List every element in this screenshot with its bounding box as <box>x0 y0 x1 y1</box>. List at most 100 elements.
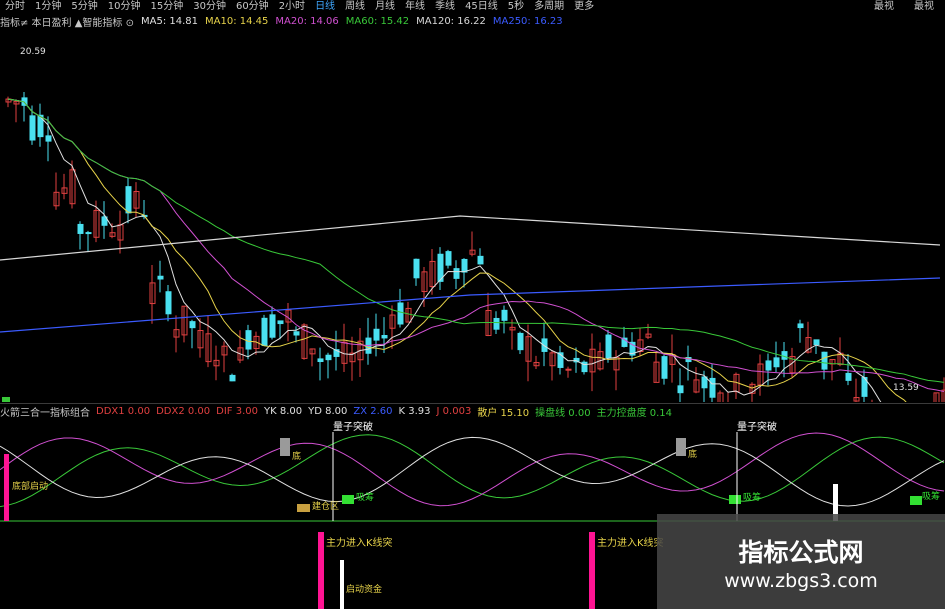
expand-icon[interactable] <box>2 397 10 402</box>
period-tab[interactable]: 1分钟 <box>30 0 66 13</box>
indicator-value: 操盘线 0.00 <box>535 408 591 419</box>
main-label-1: 主力进入K线突 <box>326 536 393 549</box>
period-tab[interactable]: 60分钟 <box>231 0 274 13</box>
period-tab[interactable]: 多周期 <box>529 0 569 13</box>
main-bar-2 <box>589 532 595 609</box>
start-bar <box>4 454 9 521</box>
indicator-value: J 0.003 <box>436 406 472 417</box>
candle <box>813 339 820 346</box>
candle <box>45 135 52 142</box>
ma-line <box>7 98 907 402</box>
indicator-prefix[interactable]: 指标≠ 本日盈利 ▲智能指标 ⊙ <box>0 14 134 29</box>
oscillator-line <box>0 436 945 507</box>
period-tab[interactable]: 5秒 <box>503 0 529 13</box>
candle <box>269 314 276 338</box>
period-tab[interactable]: 45日线 <box>460 0 503 13</box>
watermark-title: 指标公式网 <box>738 538 864 567</box>
low-label-1: 底 <box>292 450 301 462</box>
indicator-value: YD 8.00 <box>308 406 348 417</box>
toolbar-right-button[interactable]: 最视 <box>869 0 899 13</box>
fund-bar <box>340 560 344 609</box>
rocket-label-1: 量子突破 <box>333 420 373 433</box>
period-tab[interactable]: 15分钟 <box>145 0 188 13</box>
candle <box>845 372 852 381</box>
indicator-value: K 3.93 <box>398 406 431 417</box>
oscillator-line <box>0 432 945 507</box>
candle <box>493 317 500 330</box>
indicator-name[interactable]: 火箭三合一指标组合 <box>0 404 90 419</box>
period-toolbar: 分时 1分钟 5分钟 10分钟 15分钟 30分钟 60分钟 2小时 日线 周线 月线 年线 季线 45日… <box>0 0 945 13</box>
candle <box>605 334 612 359</box>
candle <box>293 331 300 336</box>
period-tab[interactable]: 更多 <box>569 0 599 13</box>
buy-label-1: 建仓区 <box>312 500 339 512</box>
candle <box>461 258 468 273</box>
candle <box>701 376 708 389</box>
indicator-lines <box>0 432 945 508</box>
ma-value: MA60: 15.42 <box>345 16 410 27</box>
fund-label: 启动资金 <box>346 583 382 595</box>
ma-value: MA5: 14.81 <box>140 16 198 27</box>
indicator-value: DDX2 0.00 <box>156 406 211 417</box>
candle <box>765 360 772 371</box>
period-tab[interactable]: 2小时 <box>274 0 310 13</box>
candle <box>413 258 420 279</box>
low-price-label: 13.59 <box>893 383 919 393</box>
candle <box>277 320 284 325</box>
candle <box>189 321 196 329</box>
ma-line <box>7 98 882 402</box>
indicator-value: 主力控盘度 0.14 <box>596 408 673 419</box>
rocket-label-2: 量子突破 <box>737 420 777 433</box>
buy-label-2: 吸筹 <box>356 491 374 503</box>
buy-marker-3 <box>729 495 741 504</box>
low-marker-1 <box>280 438 290 456</box>
candle <box>797 323 804 329</box>
buy-marker-1 <box>297 504 310 512</box>
candle <box>501 309 508 321</box>
candle <box>261 317 268 347</box>
oscillator-line <box>0 434 945 508</box>
period-tab[interactable]: 日线 <box>310 0 340 13</box>
candle <box>165 291 172 315</box>
toolbar-right-button[interactable]: 最视 <box>909 0 939 13</box>
ma-value: MA120: 16.22 <box>416 16 486 27</box>
panel-divider <box>0 403 945 404</box>
indicator-value: YK 8.00 <box>263 406 303 417</box>
period-tab[interactable]: 5分钟 <box>66 0 102 13</box>
period-tab[interactable]: 季线 <box>430 0 460 13</box>
candles-group <box>5 91 945 402</box>
candle <box>477 255 484 265</box>
candle <box>517 332 524 351</box>
main-bar-1 <box>318 532 324 609</box>
candle <box>125 186 132 214</box>
candle <box>821 351 828 370</box>
indicator-legend-row: 火箭三合一指标组合 DDX1 0.00 DDX2 0.00 DIF 3.00 YK 8… <box>0 404 945 419</box>
candle <box>317 358 324 363</box>
ma-line <box>7 98 945 383</box>
buy-label-4: 吸筹 <box>922 490 940 502</box>
candle <box>453 268 460 279</box>
period-tab[interactable]: 分时 <box>0 0 30 13</box>
candle <box>445 251 452 266</box>
indicator-value: ZX 2.60 <box>353 406 393 417</box>
candle <box>397 302 404 325</box>
candlestick-chart[interactable]: 20.59 13.59 <box>0 30 945 402</box>
candle <box>325 354 332 361</box>
period-tab[interactable]: 10分钟 <box>103 0 146 13</box>
ma-value: MA10: 14.45 <box>205 16 269 27</box>
indicator-value: DDX1 0.00 <box>96 406 151 417</box>
period-tab[interactable]: 年线 <box>400 0 430 13</box>
candle <box>29 115 36 141</box>
candle <box>677 385 684 394</box>
candle <box>373 328 380 341</box>
ma-legend-row: 指标≠ 本日盈利 ▲智能指标 ⊙ MA5: 14.81 MA10: 14.45 MA… <box>0 14 945 29</box>
period-tab[interactable]: 周线 <box>340 0 370 13</box>
candle <box>773 357 780 368</box>
watermark-url[interactable]: www.zbgs3.com <box>657 570 945 592</box>
buy-marker-2 <box>342 495 354 504</box>
period-tab[interactable]: 30分钟 <box>188 0 231 13</box>
candle <box>229 374 236 382</box>
candle <box>661 356 668 379</box>
candle <box>381 335 388 339</box>
period-tab[interactable]: 月线 <box>370 0 400 13</box>
